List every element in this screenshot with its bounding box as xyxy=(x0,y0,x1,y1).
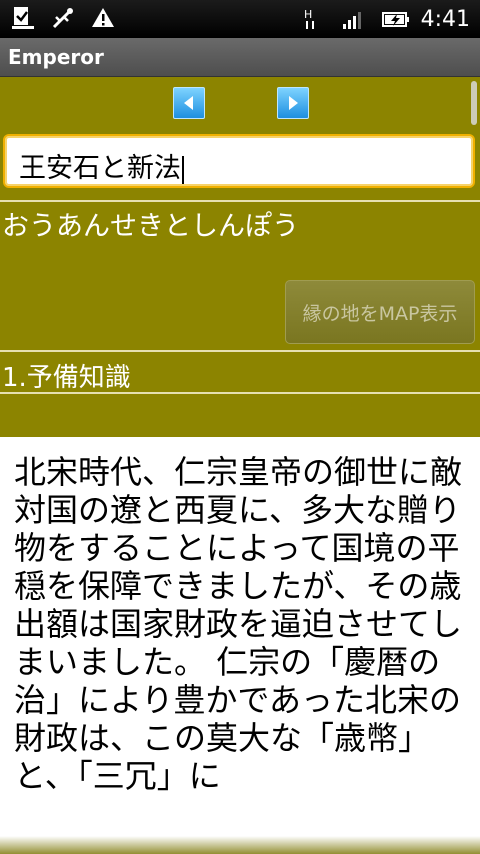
entry-title-field[interactable]: 王安石と新法 xyxy=(3,134,475,188)
text-caret xyxy=(182,155,184,184)
body-text-area[interactable]: 北宋時代、仁宗皇帝の御世に敵対国の遼と西夏に、多大な贈り物をすることによって国境… xyxy=(0,437,480,854)
divider xyxy=(0,392,480,394)
system-icons: H 4:41 xyxy=(301,6,470,32)
map-button[interactable]: 縁の地をMAP表示 xyxy=(285,280,475,344)
svg-text:H: H xyxy=(304,8,312,21)
next-button[interactable] xyxy=(277,87,309,119)
status-bar: H 4:41 xyxy=(0,0,480,38)
entry-title-text: 王安石と新法 xyxy=(19,153,181,184)
app-title-bar: Emperor xyxy=(0,38,480,77)
scrollbar[interactable] xyxy=(471,81,477,125)
usb-debug-icon xyxy=(50,5,76,31)
divider xyxy=(0,350,480,352)
warning-icon xyxy=(90,5,116,31)
hspa-icon: H xyxy=(301,6,327,32)
body-paragraph: 北宋時代、仁宗皇帝の御世に敵対国の遼と西夏に、多大な贈り物をすることによって国境… xyxy=(14,453,463,795)
content-area[interactable]: 王安石と新法 おうあんせきとしんぽう 縁の地をMAP表示 1.予備知識 北宋時代… xyxy=(0,77,480,854)
section-title: 1.予備知識 xyxy=(2,363,131,393)
next-arrow-icon xyxy=(289,96,298,110)
nav-bar xyxy=(0,77,480,127)
entry-reading: おうあんせきとしんぽう xyxy=(2,211,299,242)
prev-button[interactable] xyxy=(173,87,205,119)
clock: 4:41 xyxy=(420,6,470,32)
notification-icons xyxy=(10,5,116,31)
prev-arrow-icon xyxy=(184,96,193,110)
app-title: Emperor xyxy=(8,45,104,69)
divider xyxy=(0,200,480,202)
scroll-fade xyxy=(0,836,480,854)
download-icon xyxy=(10,5,36,31)
battery-charging-icon xyxy=(381,6,409,32)
signal-icon xyxy=(341,6,367,32)
